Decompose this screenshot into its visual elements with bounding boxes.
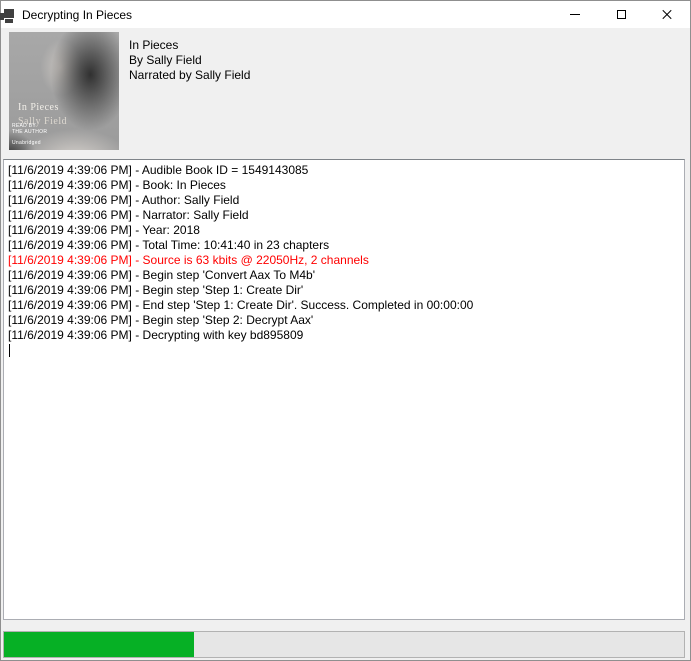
maximize-icon bbox=[617, 10, 626, 19]
log-line: [11/6/2019 4:39:06 PM] - Narrator: Sally… bbox=[8, 208, 680, 223]
progress-bar bbox=[3, 631, 685, 658]
text-caret bbox=[9, 344, 10, 357]
log-lines: [11/6/2019 4:39:06 PM] - Audible Book ID… bbox=[8, 163, 680, 343]
book-cover-image: In Pieces Sally Field READ BY THE AUTHOR… bbox=[9, 32, 119, 150]
caption-buttons bbox=[552, 1, 690, 28]
default-app-icon[interactable] bbox=[0, 7, 14, 23]
cover-title-text: In Pieces bbox=[18, 102, 59, 113]
log-line: [11/6/2019 4:39:06 PM] - Source is 63 kb… bbox=[8, 253, 680, 268]
app-icon-square bbox=[0, 13, 4, 20]
log-output[interactable]: [11/6/2019 4:39:06 PM] - Audible Book ID… bbox=[3, 159, 685, 620]
close-button[interactable] bbox=[644, 1, 690, 28]
book-info: In Pieces By Sally Field Narrated by Sal… bbox=[129, 38, 250, 83]
minimize-icon bbox=[570, 14, 580, 15]
progress-fill bbox=[4, 632, 194, 657]
window-title: Decrypting In Pieces bbox=[22, 8, 132, 22]
log-line: [11/6/2019 4:39:06 PM] - End step 'Step … bbox=[8, 298, 680, 313]
book-narrator: Narrated by Sally Field bbox=[129, 68, 250, 83]
log-line: [11/6/2019 4:39:06 PM] - Decrypting with… bbox=[8, 328, 680, 343]
book-title: In Pieces bbox=[129, 38, 250, 53]
log-line: [11/6/2019 4:39:06 PM] - Begin step 'Ste… bbox=[8, 313, 680, 328]
minimize-button[interactable] bbox=[552, 1, 598, 28]
log-line: [11/6/2019 4:39:06 PM] - Year: 2018 bbox=[8, 223, 680, 238]
client-area: In Pieces Sally Field READ BY THE AUTHOR… bbox=[1, 28, 690, 660]
book-byline: By Sally Field bbox=[129, 53, 250, 68]
app-window: Decrypting In Pieces In Pieces Sally Fie… bbox=[0, 0, 691, 661]
title-bar[interactable]: Decrypting In Pieces bbox=[1, 1, 690, 28]
close-icon bbox=[661, 9, 673, 21]
log-line: [11/6/2019 4:39:06 PM] - Begin step 'Ste… bbox=[8, 283, 680, 298]
cover-readby-text: READ BY THE AUTHOR bbox=[12, 123, 47, 135]
log-line: [11/6/2019 4:39:06 PM] - Total Time: 10:… bbox=[8, 238, 680, 253]
maximize-button[interactable] bbox=[598, 1, 644, 28]
app-icon-square bbox=[4, 9, 14, 18]
log-line: [11/6/2019 4:39:06 PM] - Author: Sally F… bbox=[8, 193, 680, 208]
log-line: [11/6/2019 4:39:06 PM] - Audible Book ID… bbox=[8, 163, 680, 178]
log-line: [11/6/2019 4:39:06 PM] - Begin step 'Con… bbox=[8, 268, 680, 283]
log-line: [11/6/2019 4:39:06 PM] - Book: In Pieces bbox=[8, 178, 680, 193]
app-icon-square bbox=[5, 19, 13, 23]
cover-edition-text: Unabridged bbox=[12, 140, 41, 146]
